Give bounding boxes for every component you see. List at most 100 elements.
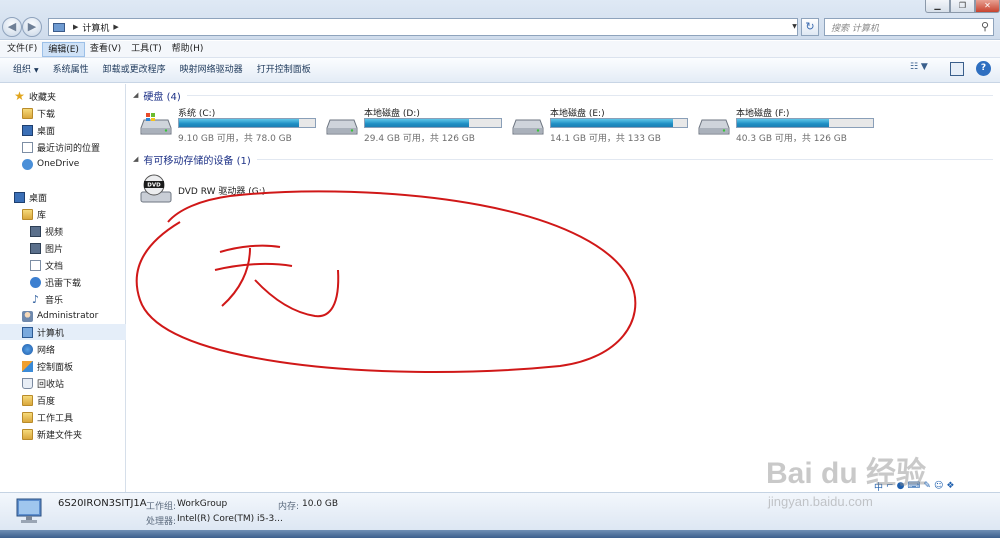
- breadcrumb-separator-icon[interactable]: ▶: [113, 23, 118, 31]
- chevron-down-icon[interactable]: ▼: [789, 18, 800, 36]
- search-input[interactable]: 搜索 计算机 ⚲: [824, 18, 994, 36]
- user-folder-icon: [22, 310, 33, 322]
- sidebar-item-label: 控制面板: [37, 362, 74, 373]
- sidebar-item-label: Administrator: [37, 311, 99, 321]
- hard-disks-group-header[interactable]: ◢ 硬盘 (4): [133, 88, 993, 103]
- dvd-drive-item[interactable]: DVD DVD RW 驱动器 (G:): [140, 174, 300, 210]
- memory-value: 10.0 GB: [302, 499, 339, 509]
- computer-monitor-icon: [16, 498, 42, 523]
- sidebar-item-label: OneDrive: [37, 159, 80, 169]
- sidebar-item-label: 网络: [37, 345, 56, 356]
- sidebar-item-videos[interactable]: 视频: [0, 223, 126, 239]
- menu-file[interactable]: 文件(F): [2, 42, 42, 57]
- menu-view[interactable]: 查看(V): [85, 42, 126, 57]
- sidebar-item-label: 下载: [37, 109, 56, 120]
- hard-disk-item[interactable]: 系统 (C:) 9.10 GB 可用，共 78.0 GB: [140, 106, 320, 144]
- dvd-disc-label: DVD: [147, 183, 161, 189]
- drive-free-space: 40.3 GB 可用，共 126 GB: [736, 134, 847, 144]
- folder-icon: [22, 411, 33, 423]
- collapse-triangle-icon[interactable]: ◢: [133, 155, 138, 163]
- hard-disk-item[interactable]: 本地磁盘 (E:) 14.1 GB 可用，共 133 GB: [512, 106, 692, 144]
- address-bar[interactable]: ▶ 计算机 ▶: [48, 18, 798, 36]
- maximize-button[interactable]: ❐: [950, 0, 975, 13]
- system-properties-button[interactable]: 系统属性: [46, 60, 96, 81]
- sidebar-item-control-panel[interactable]: 控制面板: [0, 358, 126, 374]
- hard-disk-item[interactable]: 本地磁盘 (D:) 29.4 GB 可用，共 126 GB: [326, 106, 506, 144]
- sidebar-item-libraries[interactable]: 库: [0, 206, 126, 222]
- refresh-icon[interactable]: ↻: [801, 18, 819, 36]
- command-bar: 组织 ▼ 系统属性 卸载或更改程序 映射网络驱动器 打开控制面板: [0, 58, 1000, 83]
- sidebar-item-label: 库: [37, 210, 47, 221]
- forward-arrow-icon[interactable]: ▶: [22, 17, 42, 37]
- breadcrumb-computer[interactable]: 计算机: [82, 21, 109, 34]
- menu-help[interactable]: 帮助(H): [167, 42, 209, 57]
- sidebar-item-recycle-bin[interactable]: 回收站: [0, 375, 126, 391]
- sidebar-item-label: 回收站: [37, 379, 65, 390]
- search-icon[interactable]: ⚲: [981, 20, 989, 33]
- taskbar[interactable]: [0, 530, 1000, 538]
- sidebar-item-computer[interactable]: 计算机: [0, 324, 126, 340]
- folder-icon: [22, 394, 33, 406]
- sidebar-item-label: 收藏夹: [29, 92, 57, 103]
- recent-places-icon: [22, 141, 33, 153]
- sidebar-item-label: 桌面: [29, 193, 48, 204]
- baidu-jingyan-watermark: Bai du 经验 jingyan.baidu.com: [760, 440, 970, 520]
- sidebar-item-network[interactable]: 网络: [0, 341, 126, 357]
- search-placeholder: 搜索 计算机: [831, 23, 879, 34]
- change-view-icon[interactable]: ☷ ▼: [910, 62, 938, 78]
- hard-disk-item[interactable]: 本地磁盘 (F:) 40.3 GB 可用，共 126 GB: [698, 106, 878, 144]
- sidebar-item-onedrive[interactable]: OneDrive: [0, 156, 126, 172]
- sidebar-item-xunlei-download[interactable]: 迅雷下载: [0, 274, 126, 290]
- navigation-pane: ★ 收藏夹 下载 桌面 最近访问的位置 OneDrive 桌面 库 视频 图片 文…: [0, 84, 126, 492]
- organize-button[interactable]: 组织 ▼: [6, 60, 46, 81]
- drive-free-space: 14.1 GB 可用，共 133 GB: [550, 134, 661, 144]
- divider: [186, 94, 993, 96]
- watermark-site: jingyan.baidu.com: [768, 494, 873, 509]
- sidebar-item-desktop[interactable]: 桌面: [0, 189, 126, 205]
- breadcrumb-separator-icon[interactable]: ▶: [73, 23, 78, 31]
- sidebar-item-new-folder[interactable]: 新建文件夹: [0, 426, 126, 442]
- sidebar-item-work-tools[interactable]: 工作工具: [0, 409, 126, 425]
- menu-tools[interactable]: 工具(T): [126, 42, 167, 57]
- sidebar-item-label: 音乐: [45, 295, 64, 306]
- hard-drive-icon: [698, 119, 730, 135]
- back-arrow-icon[interactable]: ◀: [2, 17, 22, 37]
- sidebar-item-music[interactable]: ♪ 音乐: [0, 291, 126, 307]
- map-network-drive-button[interactable]: 映射网络驱动器: [173, 60, 250, 81]
- sidebar-item-recent-places[interactable]: 最近访问的位置: [0, 139, 126, 155]
- library-folder-icon: [22, 208, 33, 220]
- memory-label: 内存:: [278, 502, 300, 512]
- sidebar-item-favorites[interactable]: ★ 收藏夹: [0, 88, 126, 104]
- close-button[interactable]: ✕: [975, 0, 1000, 13]
- group-title: 有可移动存储的设备 (1): [143, 155, 251, 167]
- network-globe-icon: [22, 343, 33, 355]
- removable-storage-group-header[interactable]: ◢ 有可移动存储的设备 (1): [133, 152, 993, 167]
- sidebar-item-pictures[interactable]: 图片: [0, 240, 126, 256]
- organize-label: 组织: [13, 64, 32, 75]
- watermark-logo: Bai du 经验: [766, 457, 927, 490]
- sidebar-item-desktop-favorite[interactable]: 桌面: [0, 122, 126, 138]
- desktop-icon: [22, 124, 33, 136]
- sidebar-item-label: 迅雷下载: [45, 278, 82, 289]
- sidebar-item-downloads[interactable]: 下载: [0, 105, 126, 121]
- open-control-panel-button[interactable]: 打开控制面板: [250, 60, 318, 81]
- menu-edit[interactable]: 编辑(E): [42, 41, 85, 57]
- folder-icon: [22, 428, 33, 440]
- sidebar-item-label: 百度: [37, 396, 56, 407]
- sidebar-item-label: 计算机: [37, 328, 65, 339]
- title-bar: ▁ ❐ ✕ ◀ ▶ ▶ 计算机 ▶ ▼ ↻ 搜索 计算机 ⚲: [0, 0, 1000, 40]
- sidebar-item-baidu[interactable]: 百度: [0, 392, 126, 408]
- recycle-bin-icon: [22, 377, 33, 389]
- sidebar-item-administrator[interactable]: Administrator: [0, 308, 126, 324]
- help-icon[interactable]: ?: [976, 61, 991, 76]
- sidebar-item-documents[interactable]: 文档: [0, 257, 126, 273]
- document-library-icon: [30, 259, 41, 271]
- downloads-folder-icon: [22, 107, 33, 119]
- sidebar-item-label: 最近访问的位置: [37, 143, 101, 154]
- minimize-button[interactable]: ▁: [925, 0, 950, 13]
- drive-usage-fill: [179, 119, 300, 127]
- collapse-triangle-icon[interactable]: ◢: [133, 91, 138, 99]
- uninstall-program-button[interactable]: 卸载或更改程序: [96, 60, 173, 81]
- preview-pane-icon[interactable]: [950, 62, 964, 76]
- drive-usage-fill: [365, 119, 470, 127]
